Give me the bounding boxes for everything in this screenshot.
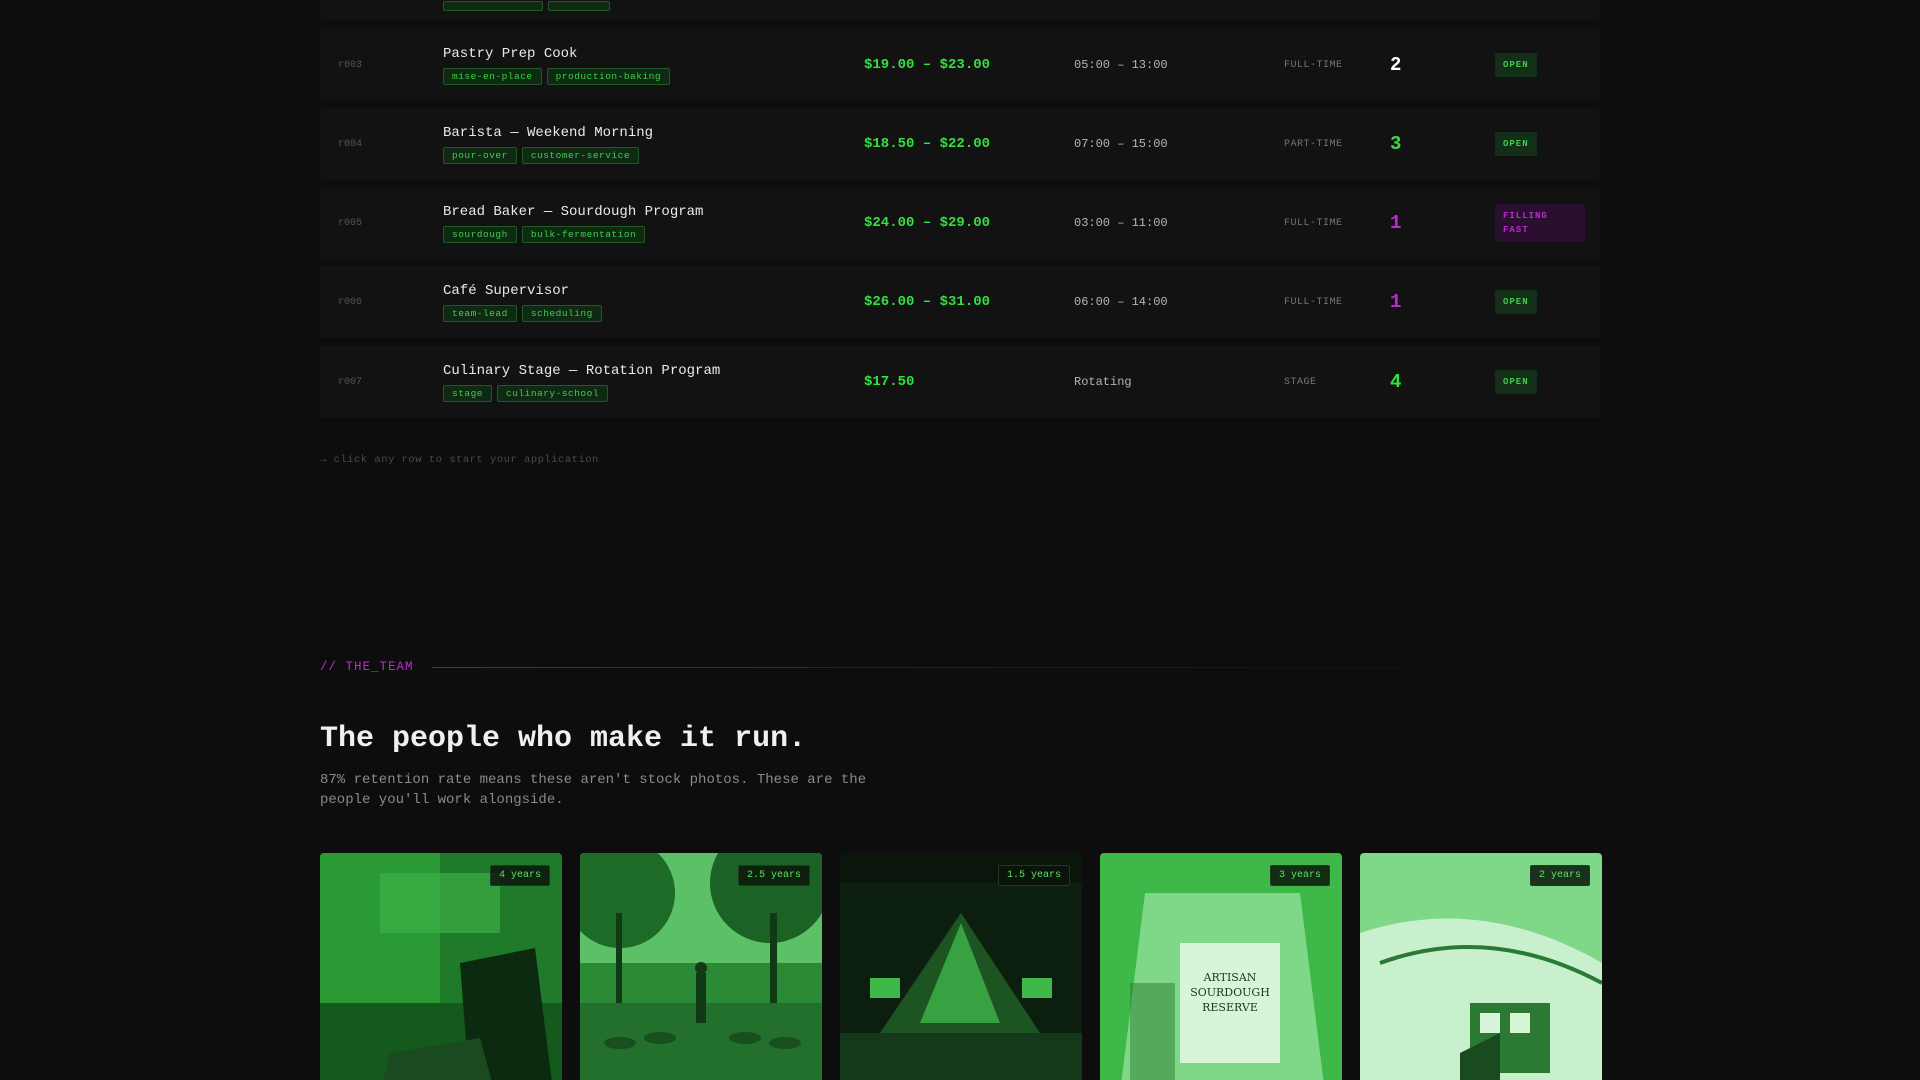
openings-count: 1 (1390, 212, 1402, 234)
role-cell: Café Supervisor team-lead scheduling (443, 266, 602, 338)
shift-hours: 07:00 – 15:00 (1074, 137, 1168, 151)
status-cell: OPEN (1495, 108, 1537, 180)
role-cell: Bread Baker — Sourdough Program sourdoug… (443, 187, 703, 259)
team-card[interactable]: ARTISAN SOURDOUGH RESERVE 3 years (1100, 853, 1342, 1080)
team-card[interactable]: 2.5 years (580, 853, 822, 1080)
table-row[interactable]: r007 Culinary Stage — Rotation Program s… (320, 346, 1600, 418)
tenure-badge: 2.5 years (737, 865, 810, 886)
skill-tag: customer-service (521, 146, 640, 164)
skill-tag: team-lead (443, 304, 517, 322)
employment-type: FULL-TIME (1284, 217, 1343, 229)
tenure-badge: 4 years (489, 865, 550, 886)
status-badge: OPEN (1495, 290, 1537, 314)
openings-count: 3 (1390, 133, 1402, 155)
shift-hours: 03:00 – 11:00 (1074, 216, 1168, 230)
role-id: r007 (338, 376, 363, 388)
shift-hours: 06:00 – 14:00 (1074, 295, 1168, 309)
status-badge: OPEN (1495, 53, 1537, 77)
role-id: r003 (338, 59, 363, 71)
pay-range: $17.50 (864, 374, 915, 390)
skill-tag: culinary-school (497, 384, 609, 402)
partial-tags (443, 0, 610, 20)
role-tags: team-lead scheduling (443, 304, 602, 322)
skill-tag: scheduling (521, 304, 602, 322)
team-card[interactable]: 4 years (320, 853, 562, 1080)
team-card[interactable]: 2 years (1360, 853, 1602, 1080)
concert-stage-photo (840, 853, 1082, 1080)
role-cell: Culinary Stage — Rotation Program stage c… (443, 346, 720, 418)
bag-label: RESERVE (1202, 1001, 1258, 1014)
team-title: The people who make it run. (320, 722, 807, 756)
pay-range: $19.00 – $23.00 (864, 57, 991, 73)
role-title: Pastry Prep Cook (443, 45, 578, 62)
section-divider (431, 666, 1600, 668)
skill-tag: mise-en-place (443, 67, 542, 85)
laptop-photo (320, 853, 562, 1080)
team-card[interactable]: 1.5 years (840, 853, 1082, 1080)
skill-tag: bulk-fermentation (521, 225, 646, 243)
role-cell: Barista — Weekend Morning pour-over custo… (443, 108, 653, 180)
table-hint: → click any row to start your applicatio… (320, 454, 599, 466)
role-tags: stage culinary-school (443, 384, 609, 402)
table-row[interactable]: r004 Barista — Weekend Morning pour-over… (320, 108, 1600, 180)
role-title: Barista — Weekend Morning (443, 124, 654, 141)
role-tags: mise-en-place production-baking (443, 67, 671, 85)
status-badge: FILLING FAST (1495, 204, 1585, 242)
table-row[interactable]: r005 Bread Baker — Sourdough Program sou… (320, 187, 1600, 259)
employment-type: FULL-TIME (1284, 296, 1343, 308)
status-badge: OPEN (1495, 370, 1537, 394)
team-subtitle: 87% retention rate means these aren't st… (320, 772, 867, 808)
table-row[interactable]: r006 Café Supervisor team-lead scheduling… (320, 266, 1600, 338)
pay-range: $26.00 – $31.00 (864, 294, 991, 310)
role-tags: sourdough bulk-fermentation (443, 225, 646, 243)
section-tag-label: // THE_TEAM (320, 660, 414, 674)
cruise-ship-photo (1360, 853, 1602, 1080)
park-workout-photo (580, 853, 822, 1080)
tag (443, 1, 543, 11)
role-id: r006 (338, 296, 363, 308)
status-cell: OPEN (1495, 29, 1537, 101)
pay-range: $24.00 – $29.00 (864, 215, 991, 231)
role-cell: Pastry Prep Cook mise-en-place production… (443, 29, 671, 101)
skill-tag: pour-over (443, 146, 517, 164)
employment-type: FULL-TIME (1284, 59, 1343, 71)
shift-hours: Rotating (1074, 375, 1132, 389)
skill-tag: stage (443, 384, 493, 402)
pay-range: $18.50 – $22.00 (864, 136, 991, 152)
sourdough-bag-photo: ARTISAN SOURDOUGH RESERVE (1100, 853, 1342, 1080)
skill-tag: production-baking (546, 67, 671, 85)
status-cell: FILLING FAST (1495, 187, 1585, 259)
employment-type: STAGE (1284, 376, 1317, 388)
openings-count: 4 (1390, 371, 1402, 393)
role-title: Café Supervisor (443, 282, 570, 299)
employment-type: PART-TIME (1284, 138, 1343, 150)
role-title: Bread Baker — Sourdough Program (443, 203, 704, 220)
role-title: Culinary Stage — Rotation Program (443, 362, 721, 379)
role-id: r004 (338, 138, 363, 150)
team-cards: 4 years 2.5 years 1.5 years ARTISAN SOUR… (320, 853, 1602, 1080)
openings-count: 1 (1390, 291, 1402, 313)
tenure-badge: 3 years (1269, 865, 1330, 886)
role-id: r005 (338, 217, 363, 229)
status-cell: OPEN (1495, 266, 1537, 338)
table-row-partial[interactable] (320, 0, 1600, 20)
status-cell: OPEN (1495, 346, 1537, 418)
openings-count: 2 (1390, 54, 1402, 76)
team-section-header: // THE_TEAM (320, 660, 1600, 674)
status-badge: OPEN (1495, 132, 1537, 156)
tag (548, 1, 610, 11)
shift-hours: 05:00 – 13:00 (1074, 58, 1168, 72)
tenure-badge: 1.5 years (997, 865, 1070, 886)
bag-label: SOURDOUGH (1190, 986, 1270, 999)
table-row[interactable]: r003 Pastry Prep Cook mise-en-place produ… (320, 29, 1600, 101)
role-tags: pour-over customer-service (443, 146, 640, 164)
skill-tag: sourdough (443, 225, 517, 243)
bag-label: ARTISAN (1203, 971, 1257, 984)
tenure-badge: 2 years (1529, 865, 1590, 886)
